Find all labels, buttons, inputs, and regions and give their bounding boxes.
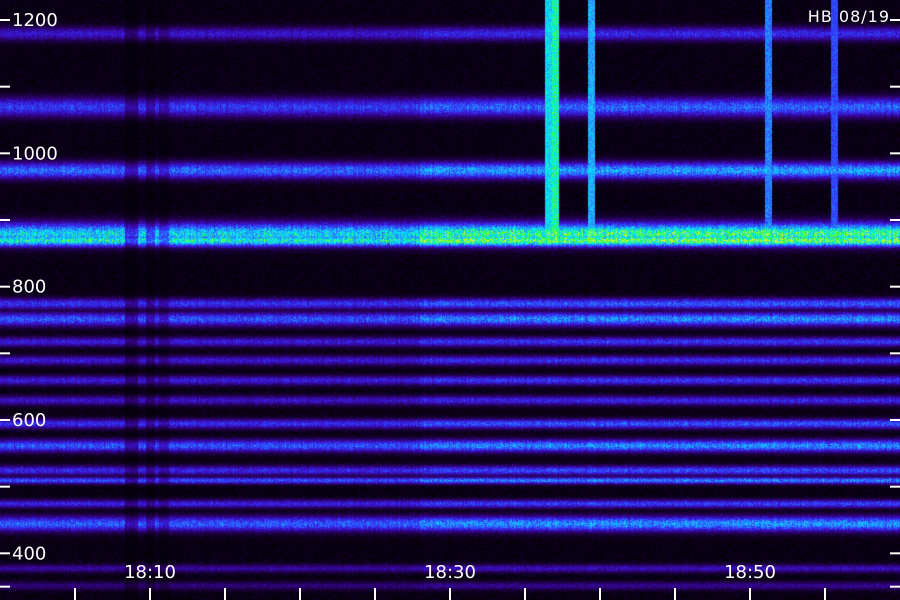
y-tick-label: 1000 [12, 143, 58, 164]
y-tick-label: 400 [12, 543, 46, 564]
y-tick-label: 1200 [12, 10, 58, 31]
spectrogram-chart: 1200 1000 800 600 400 18:10 18:30 18:50 HB 08/1… [0, 0, 900, 600]
heatmap-image [0, 0, 900, 600]
y-tick-label: 800 [12, 277, 46, 298]
corner-label: HB 08/19 [808, 7, 890, 26]
x-tick-label: 18:50 [724, 562, 776, 583]
y-tick-label: 600 [12, 410, 46, 431]
x-tick-label: 18:10 [124, 562, 176, 583]
x-tick-label: 18:30 [424, 562, 476, 583]
